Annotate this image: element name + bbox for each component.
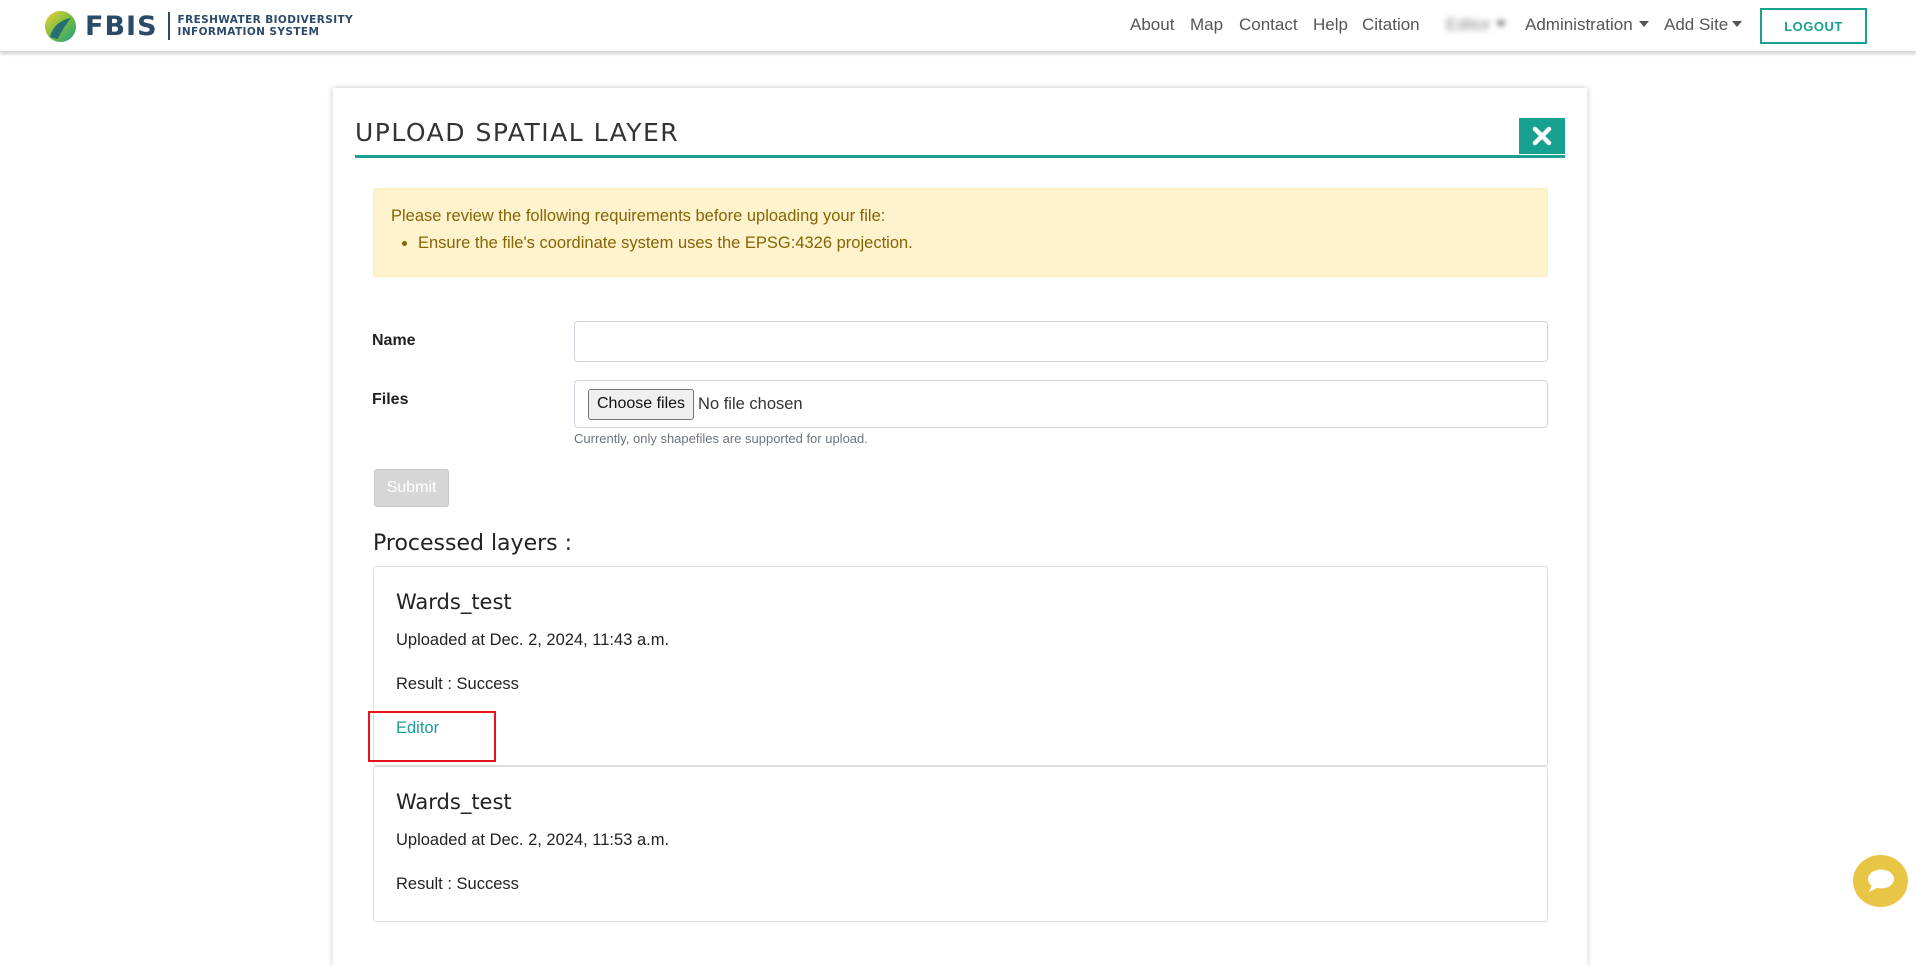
layer-result: Result : Success [396,675,519,693]
choose-files-button[interactable]: Choose files [588,388,695,420]
nav-user-label: Editor [1446,15,1491,34]
submit-button[interactable]: Submit [374,469,449,507]
layer-name: Wards_test [396,590,512,614]
nav-map[interactable]: Map [1190,14,1223,36]
nav-contact[interactable]: Contact [1239,14,1298,36]
layer-result: Result : Success [396,875,519,893]
brand-subtitle: FRESHWATER BIODIVERSITY INFORMATION SYST… [178,14,354,38]
nav-add-site[interactable]: Add Site [1664,14,1743,36]
fbis-logo-icon [44,10,77,42]
brand-subtitle-line1: FRESHWATER BIODIVERSITY [177,14,354,26]
logout-button[interactable]: LOGOUT [1760,8,1867,44]
layer-card: Wards_test Uploaded at Dec. 2, 2024, 11:… [373,766,1548,922]
brand-name: FBIS [85,10,158,42]
layer-name: Wards_test [396,790,512,814]
alert-list: Ensure the file's coordinate system uses… [391,232,1530,254]
layer-uploaded-at: Uploaded at Dec. 2, 2024, 11:53 a.m. [396,831,670,849]
nav-about[interactable]: About [1130,14,1174,36]
alert-item: Ensure the file's coordinate system uses… [418,232,1530,254]
chevron-down-icon [1732,21,1743,27]
alert-intro: Please review the following requirements… [391,207,886,225]
close-icon [1532,126,1552,146]
brand-subtitle-line2: INFORMATION SYSTEM [177,26,320,38]
layer-card: Wards_test Uploaded at Dec. 2, 2024, 11:… [373,566,1548,766]
layer-editor-link[interactable]: Editor [396,719,439,738]
requirements-alert: Please review the following requirements… [373,188,1548,277]
files-input[interactable]: Choose files No file chosen [574,380,1548,428]
nav-administration[interactable]: Administration [1525,14,1649,36]
nav-help[interactable]: Help [1313,14,1348,36]
upload-panel: UPLOAD SPATIAL LAYER Please review the f… [333,88,1587,966]
nav-administration-label: Administration [1525,15,1633,34]
close-button[interactable] [1519,118,1565,154]
layer-uploaded-at: Uploaded at Dec. 2, 2024, 11:43 a.m. [396,631,670,649]
page-title: UPLOAD SPATIAL LAYER [355,118,680,147]
name-input[interactable] [574,321,1548,362]
chevron-down-icon [1638,21,1649,27]
brand-divider [167,12,170,40]
panel-header: UPLOAD SPATIAL LAYER [355,118,1565,158]
files-help-text: Currently, only shapefiles are supported… [574,431,868,446]
processed-layers-heading: Processed layers : [373,531,573,556]
nav-user-menu[interactable]: Editor [1446,14,1507,36]
chat-button[interactable] [1853,855,1908,907]
name-label: Name [372,332,416,349]
nav-citation[interactable]: Citation [1362,14,1420,36]
files-label: Files [372,391,409,408]
nav-add-site-label: Add Site [1664,15,1729,34]
chat-bubble-icon [1867,869,1894,892]
file-status-text: No file chosen [698,394,803,413]
brand-logo-link[interactable]: FBIS FRESHWATER BIODIVERSITY INFORMATION… [44,9,353,43]
chevron-down-icon [1496,21,1507,27]
top-navbar: FBIS FRESHWATER BIODIVERSITY INFORMATION… [0,0,1916,52]
